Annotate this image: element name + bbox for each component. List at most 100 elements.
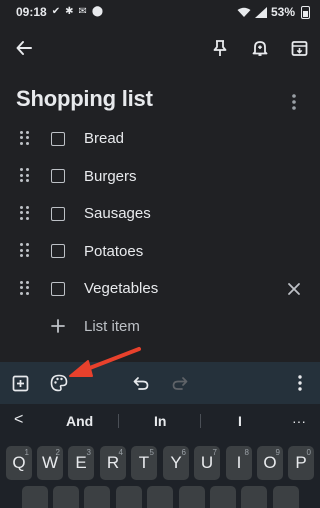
suggestion-word[interactable]: In	[154, 413, 166, 429]
key-q[interactable]: Q1	[6, 446, 32, 480]
keyboard-key[interactable]	[179, 486, 205, 508]
more-horiz-icon[interactable]: ···	[292, 413, 306, 429]
palette-icon	[50, 374, 68, 392]
keyboard-key[interactable]	[22, 486, 48, 508]
undo-icon	[133, 377, 149, 390]
keyboard-key[interactable]	[210, 486, 236, 508]
item-checkbox[interactable]	[51, 281, 65, 296]
archive-icon	[291, 40, 307, 56]
top-app-bar	[0, 28, 320, 68]
add-list-item-label[interactable]: List item	[84, 318, 140, 335]
pin-icon	[213, 40, 227, 56]
status-bar: 09:18 ✔ ✱ ✉ ⬤ 53%	[0, 0, 320, 24]
list-item[interactable]: Vegetables	[0, 270, 320, 308]
key-digit: 7	[212, 448, 217, 457]
bluetooth-icon: ✱	[65, 6, 74, 17]
more-vert-icon	[298, 375, 302, 391]
suggestion-word[interactable]: And	[66, 413, 93, 429]
item-label[interactable]: Vegetables	[84, 280, 158, 297]
drag-handle-icon[interactable]	[20, 168, 32, 184]
signal-icon	[254, 6, 267, 18]
key-digit: 4	[118, 448, 123, 457]
plus-icon	[51, 319, 65, 334]
back-button[interactable]	[12, 36, 36, 60]
editor-toolbar	[0, 362, 320, 404]
key-e[interactable]: E3	[68, 446, 94, 480]
drag-handle-icon[interactable]	[20, 205, 32, 222]
key-letter: I	[236, 453, 242, 472]
key-digit: 5	[149, 448, 154, 457]
status-time: 09:18	[16, 5, 47, 19]
list-item[interactable]: Burgers	[0, 158, 320, 196]
keyboard-key[interactable]	[53, 486, 79, 508]
keyboard-key[interactable]	[241, 486, 267, 508]
key-u[interactable]: U7	[194, 446, 220, 480]
key-w[interactable]: W2	[37, 446, 63, 480]
key-letter: E	[75, 453, 87, 472]
keyboard-key[interactable]	[147, 486, 173, 508]
item-label[interactable]: Burgers	[84, 168, 137, 185]
drag-handle-icon[interactable]	[20, 243, 32, 259]
suggestion-word[interactable]: I	[238, 413, 242, 429]
key-letter: T	[138, 453, 150, 472]
key-y[interactable]: Y6	[163, 446, 189, 480]
battery-icon	[301, 5, 310, 19]
pin-button[interactable]	[208, 36, 232, 60]
key-digit: 9	[275, 448, 280, 457]
item-checkbox[interactable]	[51, 169, 65, 184]
key-t[interactable]: T5	[131, 446, 157, 480]
back-arrow-icon	[16, 41, 32, 55]
suggestion-divider	[118, 414, 119, 428]
key-letter: U	[200, 453, 214, 472]
more-options-button[interactable]	[290, 373, 310, 393]
key-r[interactable]: R4	[100, 446, 126, 480]
archive-button[interactable]	[287, 36, 311, 60]
delete-item-icon[interactable]	[287, 282, 301, 296]
key-p[interactable]: P0	[288, 446, 314, 480]
key-o[interactable]: O9	[257, 446, 283, 480]
keyboard-key[interactable]	[84, 486, 110, 508]
add-box-button[interactable]	[10, 373, 30, 393]
key-digit: 3	[86, 448, 91, 457]
list-item[interactable]: Bread	[0, 120, 320, 158]
checklist: Bread Burgers Sausages Potatoes Vegetabl…	[0, 120, 320, 345]
reminder-bell-icon	[252, 41, 268, 56]
keyboard: Q1 W2 E3 R4 T5 Y6 U7 I8 O9 P0	[0, 438, 320, 508]
list-item[interactable]: Sausages	[0, 195, 320, 233]
redo-icon	[172, 377, 188, 390]
key-digit: 0	[306, 448, 311, 457]
title-more-icon[interactable]	[286, 92, 302, 112]
wifi-icon	[237, 7, 251, 17]
key-digit: 8	[244, 448, 249, 457]
key-digit: 1	[24, 448, 29, 457]
reminder-button[interactable]	[248, 36, 272, 60]
chevron-left-icon[interactable]: <	[14, 411, 23, 429]
key-letter: P	[295, 453, 307, 472]
key-letter: Y	[170, 453, 182, 472]
item-label[interactable]: Potatoes	[84, 243, 143, 260]
redo-button[interactable]	[170, 373, 190, 393]
battery-percent: 53%	[270, 5, 295, 19]
item-checkbox[interactable]	[51, 244, 65, 259]
list-item[interactable]: Potatoes	[0, 233, 320, 271]
palette-button[interactable]	[49, 373, 69, 393]
keyboard-key[interactable]	[116, 486, 142, 508]
suggestion-divider	[200, 414, 201, 428]
gmail-icon: ✉	[78, 6, 87, 17]
add-box-icon	[12, 375, 28, 391]
add-list-item-row[interactable]: List item	[0, 308, 320, 346]
item-label[interactable]: Bread	[84, 130, 124, 147]
key-digit: 2	[55, 448, 60, 457]
drag-handle-icon[interactable]	[20, 280, 32, 297]
keyboard-key[interactable]	[273, 486, 299, 508]
item-checkbox[interactable]	[51, 206, 65, 221]
item-label[interactable]: Sausages	[84, 205, 151, 222]
keyboard-suggestion-strip: < And In I ···	[0, 404, 320, 438]
key-letter: R	[106, 453, 120, 472]
item-checkbox[interactable]	[51, 131, 65, 146]
check-icon: ✔	[51, 6, 61, 17]
drag-handle-icon[interactable]	[20, 130, 32, 147]
key-i[interactable]: I8	[226, 446, 252, 480]
note-title[interactable]: Shopping list	[16, 86, 153, 112]
undo-button[interactable]	[131, 373, 151, 393]
